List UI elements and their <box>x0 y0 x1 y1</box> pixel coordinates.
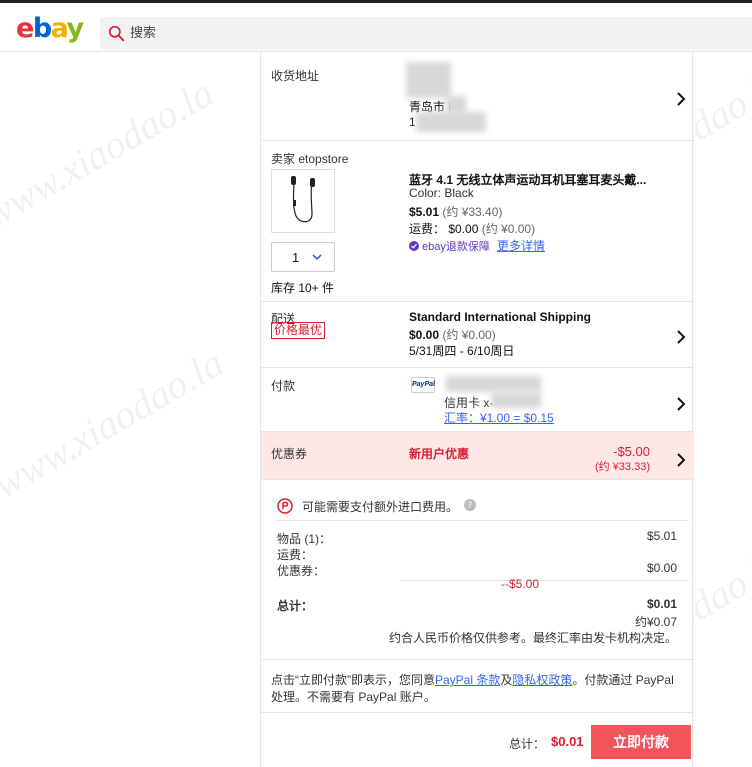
terms-suffix: 。付款通过 PayPal <box>572 673 674 687</box>
logo-letter: a <box>50 13 68 44</box>
item-price: $5.01 <box>409 205 440 219</box>
privacy-policy-link[interactable]: 隐私权政策 <box>512 673 572 687</box>
exchange-rate-link[interactable]: 汇率：¥1.00 = $0.15 <box>444 409 554 426</box>
chevron-right-icon[interactable] <box>676 330 686 344</box>
chevron-right-icon[interactable] <box>676 453 686 467</box>
total-cny: 约¥0.07 <box>634 615 677 629</box>
total-label: 总计： <box>277 599 314 613</box>
best-price-badge: 价格最优 <box>271 322 326 339</box>
top-bar: ebay <box>0 0 752 52</box>
more-details-link[interactable]: 更多详情 <box>497 239 545 253</box>
order-summary: 可能需要支付额外进口费用。 ? 物品 (1)： $5.01 运费： 优惠券： $… <box>261 480 694 660</box>
redacted-block <box>416 112 486 132</box>
paypal-icon: PayPal <box>411 377 435 393</box>
chevron-right-icon[interactable] <box>676 397 686 411</box>
pay-now-button[interactable]: 立即付款 <box>591 725 691 759</box>
coupon-label: 优惠券： <box>277 564 326 578</box>
help-icon[interactable]: ? <box>464 499 476 511</box>
ebay-logo[interactable]: ebay <box>16 13 85 44</box>
coupon-name: 新用户优惠 <box>409 447 470 461</box>
address-line: 1 <box>409 115 416 129</box>
stock-info: 库存 10+ 件 <box>271 281 335 295</box>
checkout-panel: 收货地址 青岛市 l 1 卖家 etopstore 1 库存 10+ 件 蓝牙 … <box>260 52 694 767</box>
delivery-cost-cny: (约 ¥0.00) <box>442 328 496 342</box>
chevron-right-icon[interactable] <box>676 92 686 106</box>
shipping-value: $0.00 <box>646 561 677 575</box>
watermark-text: www.xiaodao.la <box>0 339 232 508</box>
logo-letter: y <box>66 13 85 44</box>
item-color: Color: Black <box>409 186 474 200</box>
terms-line2: 处理。不需要有 PayPal 账户。 <box>271 690 436 704</box>
import-fee-note: 可能需要支付额外进口费用。 <box>302 500 459 514</box>
redacted-block <box>446 376 541 392</box>
checkout-footer: 总计： $0.01 立即付款 <box>261 713 694 767</box>
logo-letter: e <box>16 13 34 44</box>
coupon-amount-cny: (约 ¥33.33) <box>594 461 650 473</box>
search-input[interactable] <box>130 17 730 50</box>
item-thumbnail[interactable] <box>271 169 335 233</box>
earphones-image <box>291 176 315 223</box>
shipping-method: Standard International Shipping <box>409 310 592 324</box>
rate-disclaimer: 约合人民币价格仅供参考。最终汇率由发卡机构决定。 <box>388 631 677 645</box>
items-value: $5.01 <box>646 529 677 543</box>
coupon-amount: -$5.00 <box>613 444 650 459</box>
logo-letter: b <box>32 13 52 44</box>
shipping-price-cny: (约 ¥0.00) <box>481 222 536 236</box>
footer-total-value: $0.01 <box>551 734 584 749</box>
terms-prefix: 点击“立即付款”即表示，您同意 <box>271 673 435 687</box>
shipping-price: $0.00 <box>448 222 479 236</box>
search-bar <box>100 17 752 50</box>
quantity-select[interactable]: 1 <box>271 242 335 272</box>
items-label: 物品 (1)： <box>277 532 332 546</box>
delivery-dates: 5/31周四 - 6/10周日 <box>409 344 515 358</box>
item-price-cny: (约 ¥33.40) <box>442 205 503 219</box>
payment-label: 付款 <box>271 379 296 393</box>
quantity-value: 1 <box>292 250 300 265</box>
redacted-block <box>406 62 451 98</box>
shipping-label: 运费： <box>409 222 446 236</box>
chevron-down-icon <box>312 254 322 261</box>
total-value: $0.01 <box>646 597 677 611</box>
money-back-guarantee: ebay退款保障 <box>422 241 490 253</box>
watermark-text: www.xiaodao.la <box>0 69 222 238</box>
address-section[interactable]: 收货地址 青岛市 l 1 <box>261 52 694 141</box>
redacted-block <box>491 392 541 408</box>
search-icon[interactable] <box>108 25 125 42</box>
coupon-section[interactable]: 优惠券 新用户优惠 -$5.00 (约 ¥33.33) <box>261 432 694 480</box>
coupon-value: --$5.00 <box>501 577 540 591</box>
check-badge-icon <box>409 241 419 251</box>
delivery-section[interactable]: 配送 价格最优 Standard International Shipping … <box>261 302 694 368</box>
terms-section: 点击“立即付款”即表示，您同意PayPal 条款及隐私权政策。付款通过 PayP… <box>261 660 694 713</box>
divider <box>401 580 689 581</box>
coupon-label: 优惠券 <box>271 447 308 461</box>
paypal-terms-link[interactable]: PayPal 条款 <box>435 673 500 687</box>
item-section: 卖家 etopstore 1 库存 10+ 件 蓝牙 4.1 无线立体声运动耳机… <box>261 141 694 302</box>
footer-total-label: 总计： <box>509 737 546 751</box>
import-fee-icon <box>277 498 293 514</box>
terms-and: 及 <box>500 673 513 687</box>
divider <box>276 520 689 521</box>
svg-text:?: ? <box>468 501 473 511</box>
delivery-cost: $0.00 <box>409 328 440 342</box>
address-label: 收货地址 <box>271 69 320 83</box>
payment-section[interactable]: 付款 PayPal 信用卡 x- 汇率：¥1.00 = $0.15 <box>261 368 694 432</box>
shipping-label: 运费： <box>277 548 314 562</box>
seller-name: 卖家 etopstore <box>271 152 349 166</box>
